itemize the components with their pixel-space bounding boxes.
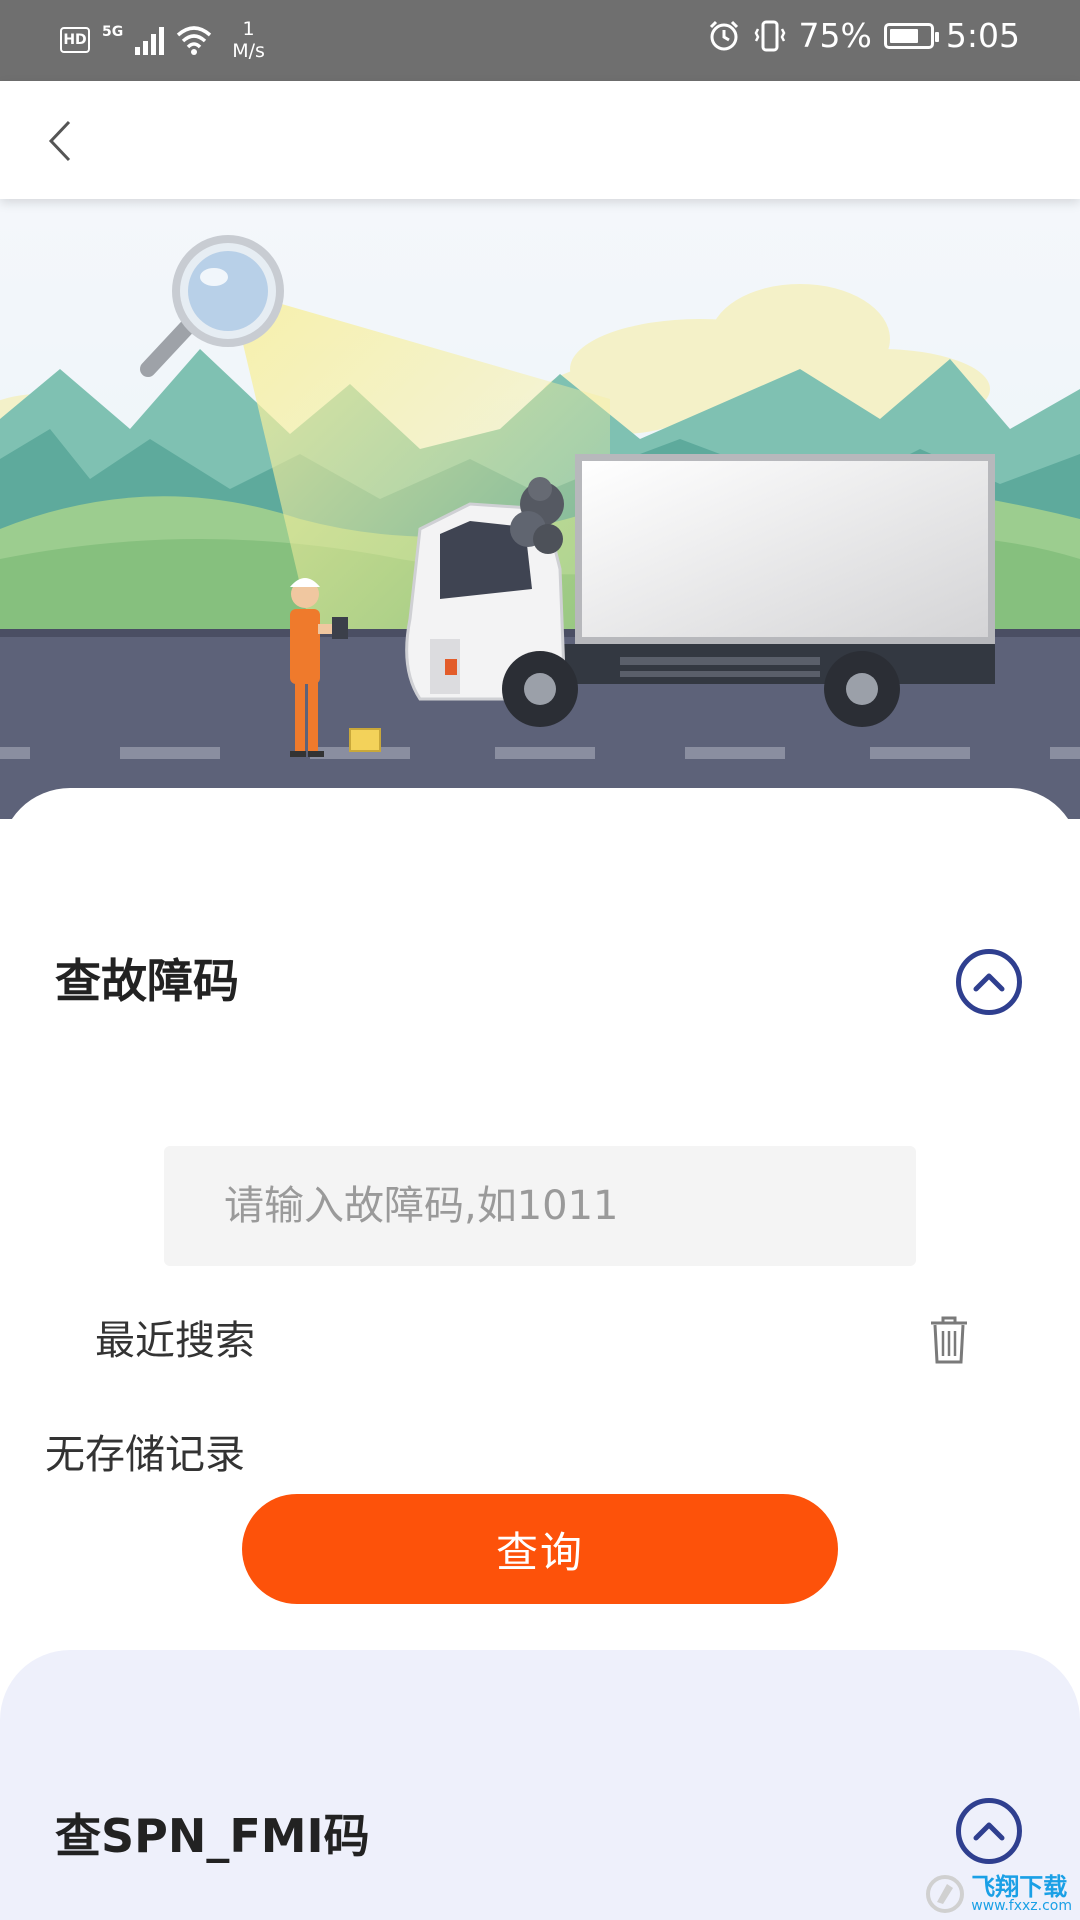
spn-fmi-collapse-button[interactable] xyxy=(956,1798,1022,1864)
battery-fill xyxy=(889,28,919,43)
empty-history-text: 无存储记录 xyxy=(45,1432,245,1478)
hero-illustration xyxy=(0,199,1080,819)
fault-code-card: 查故障码 最近搜索 无存储记录 查询 xyxy=(0,788,1080,1678)
signal-icon xyxy=(135,25,165,55)
watermark: 飞翔下载 www.fxxz.com xyxy=(925,1874,1072,1914)
chevron-up-icon xyxy=(973,1822,1005,1841)
clear-history-button[interactable] xyxy=(924,1312,974,1368)
watermark-main: 飞翔下载 xyxy=(971,1873,1068,1901)
watermark-logo-icon xyxy=(926,1875,965,1913)
spn-fmi-card: 查SPN_FMI码 xyxy=(0,1650,1080,1920)
status-bar: HD 5G 1 M/s 75% 5:05 xyxy=(0,0,1080,81)
vibrate-icon xyxy=(754,20,785,51)
query-button[interactable]: 查询 xyxy=(242,1494,838,1604)
status-left: HD 5G 1 M/s xyxy=(60,18,265,62)
chevron-up-icon xyxy=(973,973,1005,992)
network-speed: 1 M/s xyxy=(232,18,265,62)
fault-code-title: 查故障码 xyxy=(55,954,239,1008)
speed-unit: M/s xyxy=(232,40,265,62)
battery-icon xyxy=(883,22,939,49)
wifi-icon xyxy=(177,26,212,55)
network-type: 5G xyxy=(102,24,124,40)
nav-bar xyxy=(0,81,1080,199)
watermark-sub: www.fxxz.com xyxy=(971,1898,1072,1914)
alarm-icon xyxy=(709,20,738,50)
truck-breakdown-illustration xyxy=(0,199,1080,819)
clock: 5:05 xyxy=(945,16,1020,55)
watermark-text: 飞翔下载 www.fxxz.com xyxy=(971,1875,1072,1913)
trash-icon xyxy=(931,1316,967,1364)
fault-code-collapse-button[interactable] xyxy=(956,949,1022,1015)
chevron-left-icon xyxy=(48,120,71,162)
recent-search-label: 最近搜索 xyxy=(95,1318,255,1364)
speed-value: 1 xyxy=(242,18,255,40)
back-button[interactable] xyxy=(30,111,90,171)
battery-percent: 75% xyxy=(798,16,872,55)
status-right: 75% 5:05 xyxy=(707,16,1020,55)
hd-icon: HD xyxy=(60,27,90,53)
spn-fmi-title: 查SPN_FMI码 xyxy=(55,1809,370,1863)
fault-code-search-input[interactable] xyxy=(164,1146,916,1266)
